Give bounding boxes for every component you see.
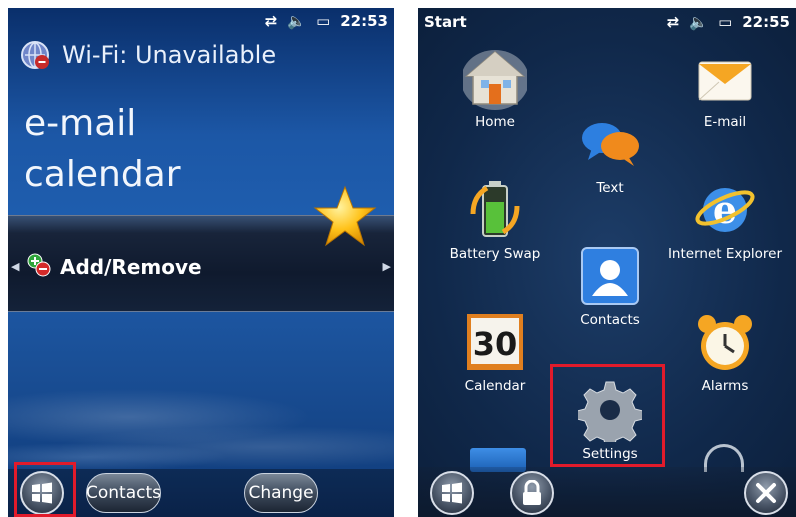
text-icon: [578, 112, 642, 176]
wifi-status-label: Wi-Fi: Unavailable: [62, 41, 277, 69]
svg-text:30: 30: [473, 325, 518, 363]
status-bar[interactable]: Start ⇄ 🔈 ▭ 22:55: [418, 8, 796, 36]
battery-icon[interactable]: ▭: [718, 14, 732, 30]
tile-internet-explorer[interactable]: e Internet Explorer: [664, 178, 786, 262]
lock-icon: [523, 480, 541, 505]
change-softkey[interactable]: Change: [244, 473, 318, 513]
status-time[interactable]: 22:55: [742, 13, 790, 31]
tile-label: Text: [596, 180, 624, 196]
status-time[interactable]: 22:53: [340, 12, 388, 30]
internet-explorer-icon: e: [693, 178, 757, 242]
tile-text[interactable]: Text: [555, 112, 665, 196]
arrow-left-icon[interactable]: ◀: [11, 260, 19, 273]
lock-button[interactable]: [510, 471, 554, 515]
tile-home[interactable]: Home: [440, 46, 550, 130]
windows-start-icon: [442, 482, 462, 504]
calendar-icon: 30: [463, 310, 527, 374]
start-button[interactable]: [430, 471, 474, 515]
add-remove-icon: [27, 253, 51, 277]
tile-label: Contacts: [580, 312, 640, 328]
start-button-highlight: [14, 462, 76, 517]
calendar-link[interactable]: calendar: [24, 154, 181, 195]
sync-icon[interactable]: ⇄: [667, 14, 680, 30]
softkey-bar: [418, 467, 796, 517]
battery-icon[interactable]: ▭: [316, 13, 330, 29]
background-waves: [8, 357, 394, 477]
sync-icon[interactable]: ⇄: [265, 13, 278, 29]
tile-battery-swap[interactable]: Battery Swap: [440, 178, 550, 262]
tile-label: Home: [475, 114, 515, 130]
screen-title: Start: [424, 13, 467, 31]
battery-swap-icon: [463, 178, 527, 242]
tile-alarms[interactable]: Alarms: [670, 310, 780, 394]
tile-label: Battery Swap: [449, 246, 541, 262]
close-icon: [756, 483, 776, 503]
home-icon: [461, 46, 529, 110]
wifi-status[interactable]: Wi-Fi: Unavailable: [18, 38, 276, 72]
tile-label: Alarms: [701, 378, 749, 394]
tile-calendar[interactable]: 30 Calendar: [440, 310, 550, 394]
add-remove-label: Add/Remove: [60, 255, 202, 279]
tile-label: E-mail: [703, 114, 747, 130]
email-link[interactable]: e-mail: [24, 103, 136, 144]
status-bar[interactable]: ⇄ 🔈 ▭ 22:53: [8, 8, 394, 34]
arrow-right-icon[interactable]: ▶: [383, 260, 391, 273]
close-button[interactable]: [744, 471, 788, 515]
tile-email[interactable]: E-mail: [670, 46, 780, 130]
tile-contacts[interactable]: Contacts: [555, 244, 665, 328]
speaker-icon[interactable]: 🔈: [689, 14, 708, 30]
settings-highlight: [550, 364, 665, 467]
wifi-globe-icon: [21, 41, 49, 69]
tile-label: Calendar: [464, 378, 526, 394]
contacts-icon: [578, 244, 642, 308]
contacts-softkey[interactable]: Contacts: [86, 473, 161, 513]
tile-label: Internet Explorer: [667, 246, 783, 262]
today-screen: ⇄ 🔈 ▭ 22:53 Wi-Fi: Unavailable e-mail ca…: [8, 8, 394, 517]
alarm-clock-icon: [693, 310, 757, 374]
email-icon: [693, 46, 757, 110]
speaker-icon[interactable]: 🔈: [287, 13, 306, 29]
star-icon: [313, 185, 377, 247]
